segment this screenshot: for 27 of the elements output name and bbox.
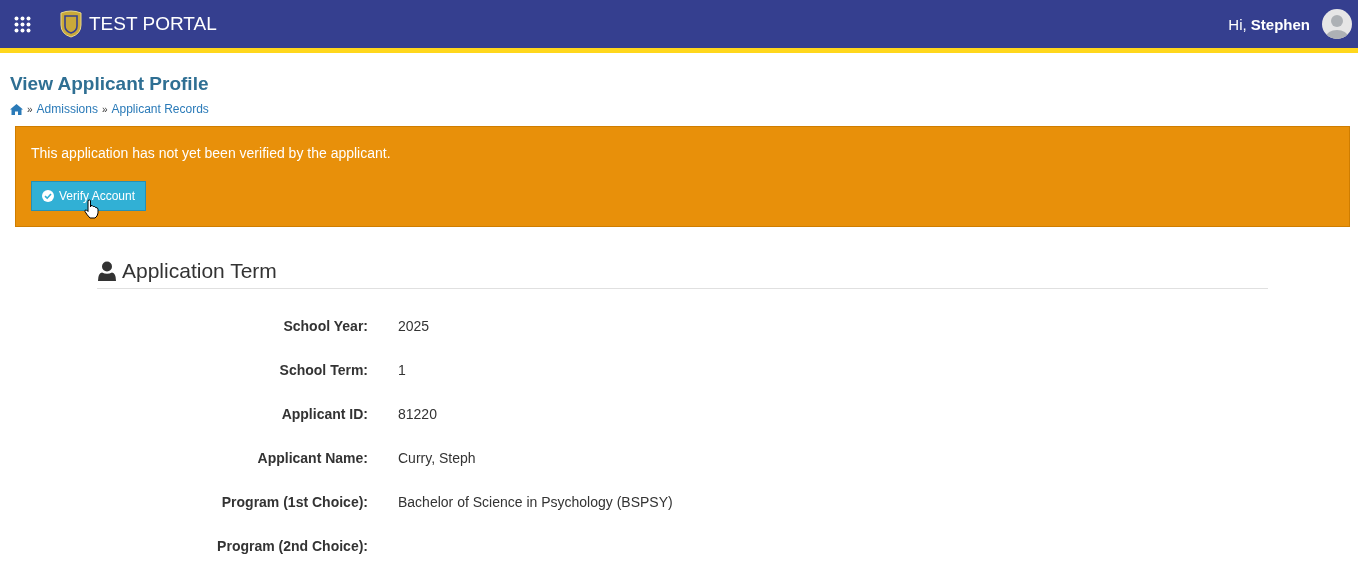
field-value: Curry, Steph — [398, 450, 476, 466]
breadcrumb-link[interactable]: Admissions — [36, 102, 98, 116]
field-label: Applicant Name: — [256, 450, 368, 467]
field-label: School Year: — [282, 318, 368, 335]
home-icon[interactable] — [10, 103, 23, 115]
field-value: 1 — [398, 362, 406, 378]
app-title: TEST PORTAL — [89, 13, 217, 35]
field-value: 2025 — [398, 318, 430, 334]
app-menu-icon[interactable] — [14, 15, 31, 33]
field-label: Program (2nd Choice): — [216, 538, 368, 555]
field-label: School Term: — [278, 362, 368, 379]
avatar-icon[interactable] — [1322, 9, 1352, 39]
section-title: Application Term — [122, 259, 277, 283]
page-title: View Applicant Profile — [10, 73, 210, 95]
field-label: Applicant ID: — [280, 406, 368, 423]
verify-account-button[interactable]: Verify Account — [31, 181, 147, 211]
check-circle-icon — [42, 190, 54, 202]
user-greeting: Hi, Stephen — [1228, 15, 1310, 33]
field-label: Program (1st Choice): — [220, 494, 368, 511]
field-value: Bachelor of Science in Psychology (BSPSY) — [398, 494, 673, 510]
shield-logo-icon — [59, 10, 83, 38]
field-value: 81220 — [398, 406, 437, 422]
breadcrumb-separator: » — [101, 103, 108, 115]
breadcrumb-separator: » — [27, 103, 33, 115]
alert-message: This application has not yet been verified by the applicant. — [31, 145, 392, 161]
breadcrumb-link[interactable]: Applicant Records — [111, 102, 209, 116]
user-icon — [97, 261, 117, 281]
